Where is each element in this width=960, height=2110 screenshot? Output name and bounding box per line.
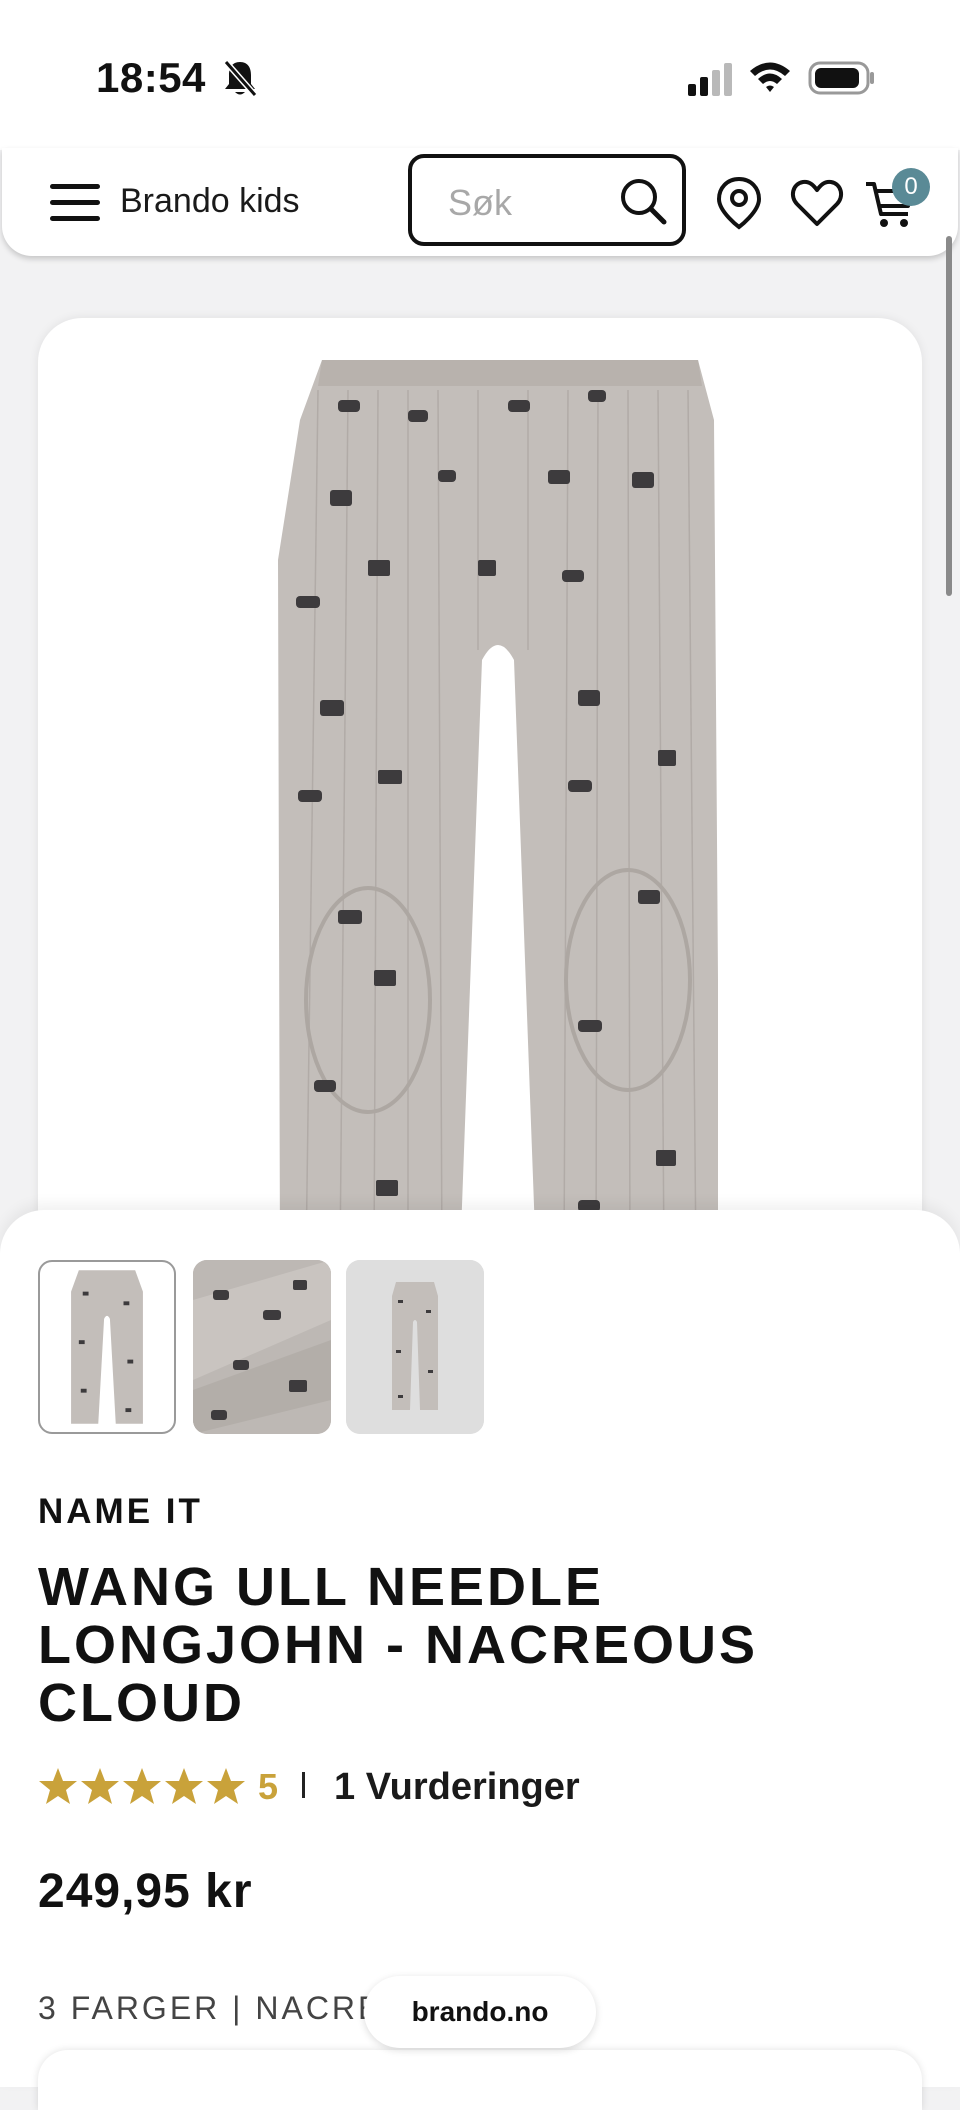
- store-location-icon[interactable]: [714, 176, 764, 230]
- wishlist-heart-icon[interactable]: [790, 178, 844, 228]
- variant-selector-card[interactable]: [38, 2050, 922, 2110]
- search-icon[interactable]: [618, 176, 668, 226]
- thumbnail-front[interactable]: [38, 1260, 176, 1434]
- page-scrollbar[interactable]: [946, 236, 952, 596]
- cellular-signal-icon: [688, 63, 732, 96]
- cart-count-badge: 0: [892, 168, 930, 206]
- thumbnail-full-image: [346, 1260, 484, 1434]
- product-info-sheet: NAME IT WANG ULL NEEDLE LONGJOHN - NACRE…: [0, 1210, 960, 2110]
- search-input[interactable]: Søk: [448, 182, 512, 224]
- product-price: 249,95 kr: [38, 1865, 253, 1918]
- star-icon: [207, 1768, 245, 1804]
- product-main-image[interactable]: [278, 360, 718, 1218]
- bell-muted-icon: [223, 60, 258, 97]
- star-icon: [165, 1768, 203, 1804]
- wifi-icon: [750, 62, 790, 92]
- color-variant-label[interactable]: 3 FARGER | NACREO: [38, 1990, 410, 2027]
- hamburger-menu-icon[interactable]: [48, 178, 102, 226]
- star-icon: [81, 1768, 119, 1804]
- rating-value: 5: [258, 1766, 279, 1807]
- product-brand[interactable]: NAME IT: [38, 1492, 203, 1532]
- rating-stars[interactable]: [38, 1766, 248, 1806]
- thumbnail-detail-image: [193, 1260, 331, 1434]
- thumbnail-detail[interactable]: [193, 1260, 331, 1434]
- thumbnail-front-image: [71, 1270, 143, 1424]
- search-box[interactable]: Søk: [408, 154, 686, 246]
- product-title: WANG ULL NEEDLE LONGJOHN - NACREOUS CLOU…: [38, 1557, 759, 1733]
- status-time: 18:54: [96, 54, 206, 101]
- product-image-card[interactable]: [38, 318, 922, 1218]
- star-icon: [39, 1768, 77, 1804]
- browser-url-bar[interactable]: brando.no: [364, 1976, 596, 2048]
- rating-divider: [302, 1772, 305, 1798]
- status-bar: 18:54: [0, 0, 960, 150]
- brand-logo-text[interactable]: Brando kids: [120, 182, 300, 221]
- site-header: Brando kids Søk 0: [2, 148, 958, 256]
- star-icon: [123, 1768, 161, 1804]
- battery-icon: [808, 61, 874, 95]
- reviews-link[interactable]: 1 Vurderinger: [334, 1766, 580, 1809]
- thumbnail-full[interactable]: [346, 1260, 484, 1434]
